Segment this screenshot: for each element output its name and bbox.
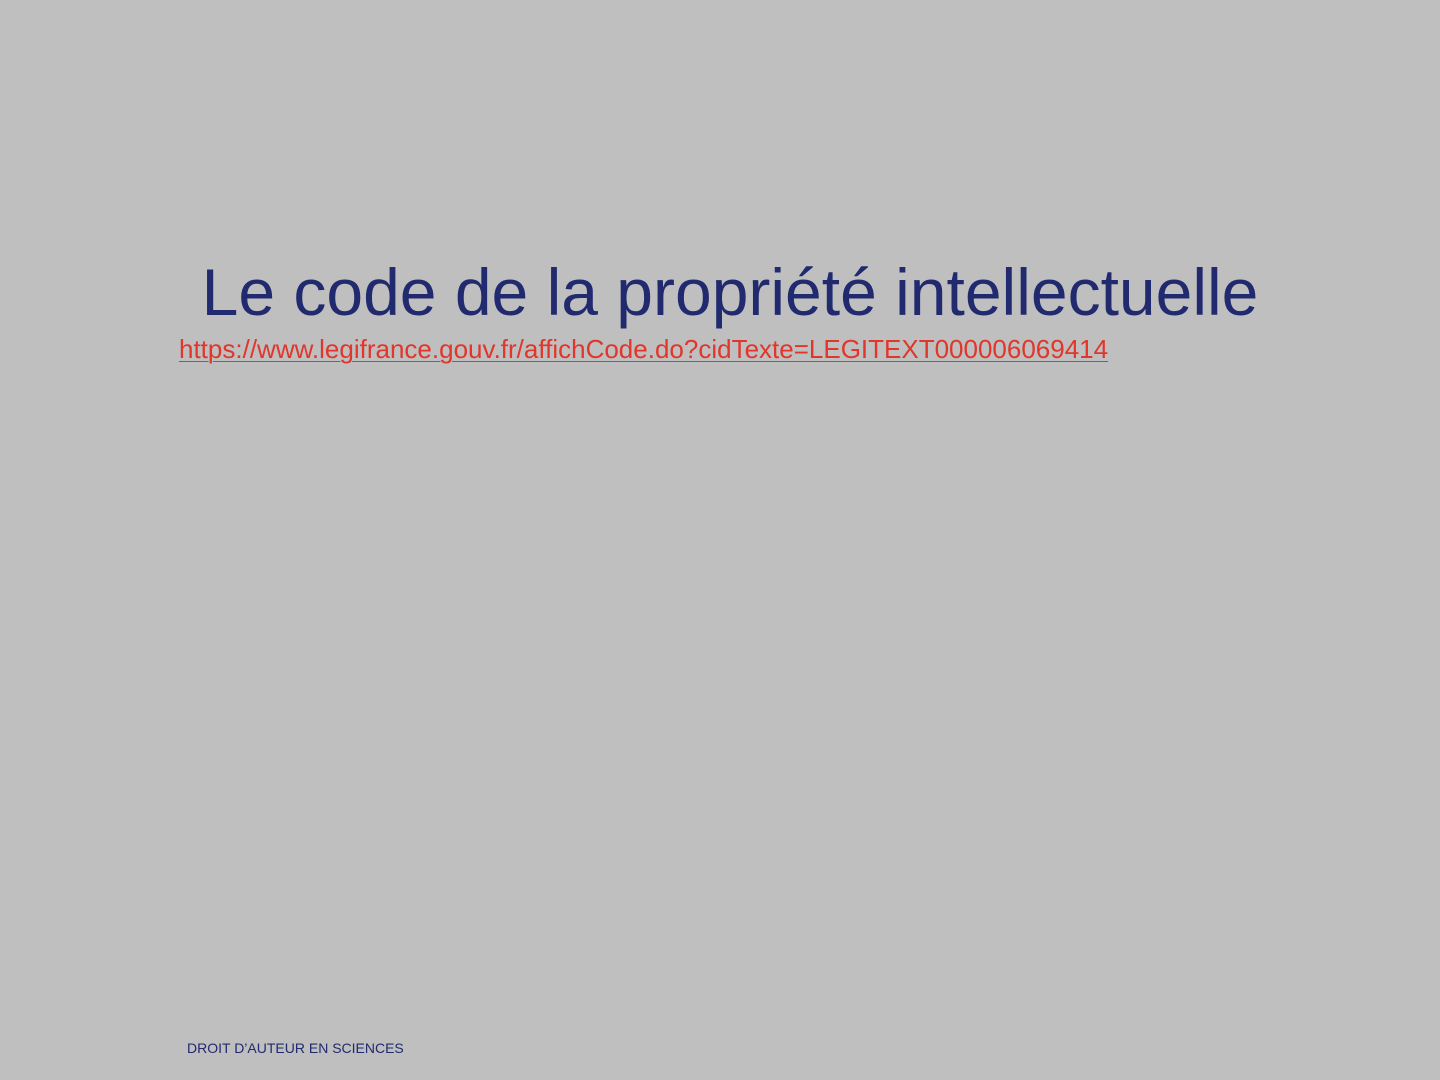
legifrance-link[interactable]: https://www.legifrance.gouv.fr/affichCod… [179, 333, 1108, 365]
slide-footer: DROIT D’AUTEUR EN SCIENCES [187, 1040, 404, 1056]
slide: Le code de la propriété intellectuelle h… [0, 0, 1440, 1080]
slide-title: Le code de la propriété intellectuelle [201, 255, 1259, 329]
